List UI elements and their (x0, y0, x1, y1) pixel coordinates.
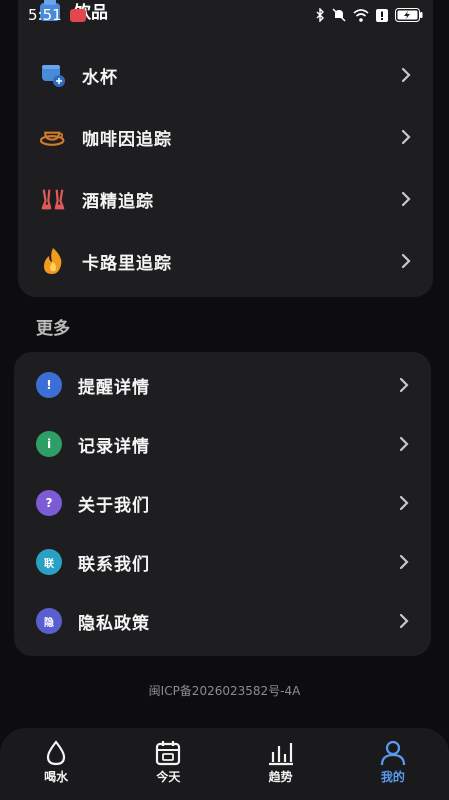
more-item-label: 提醒详情 (78, 377, 150, 398)
more-item-label: 隐私政策 (78, 613, 150, 634)
more-item-contact-us[interactable]: 联 联系我们 (14, 533, 431, 591)
more-item-about-us[interactable]: ? 关于我们 (14, 474, 431, 532)
mute-icon (332, 8, 346, 22)
coffee-icon (40, 124, 66, 150)
tab-mine[interactable]: 我的 (343, 728, 443, 785)
badge: ? (36, 490, 62, 516)
drinks-item-water-cup[interactable]: 水杯 (18, 46, 433, 104)
battery-icon (395, 8, 423, 22)
chevron-right-icon (399, 554, 409, 570)
info-icon: i (36, 431, 62, 457)
profile-icon (380, 740, 405, 766)
badge: ! (36, 372, 62, 398)
privacy-icon: 隐 (36, 608, 62, 634)
water-drop-icon (47, 740, 66, 766)
notification-icon (69, 8, 86, 22)
icp-record-link[interactable]: 闽ICP备2026023582号-4A (0, 682, 449, 699)
more-item-reminder-details[interactable]: ! 提醒详情 (14, 356, 431, 414)
contact-icon: 联 (36, 549, 62, 575)
status-left: 5:51 (28, 6, 86, 24)
drinks-card: 水杯 咖啡因追踪 酒精追踪 卡路里追踪 (18, 0, 433, 297)
drinks-item-caffeine[interactable]: 咖啡因追踪 (18, 108, 433, 166)
chevron-right-icon (399, 495, 409, 511)
tab-drink-water[interactable]: 喝水 (6, 728, 106, 785)
bottom-tab-bar: 喝水 今天 趋势 我的 (0, 728, 449, 800)
tab-today[interactable]: 今天 (118, 728, 218, 785)
more-section-title: 更多 (36, 319, 70, 339)
question-icon: ? (36, 490, 62, 516)
chevron-right-icon (401, 129, 411, 145)
bar-chart-icon (268, 743, 293, 766)
drinks-item-label: 酒精追踪 (82, 191, 154, 212)
chevron-right-icon (401, 253, 411, 269)
chevron-right-icon (399, 613, 409, 629)
tab-label: 趋势 (268, 770, 293, 784)
chevron-right-icon (399, 377, 409, 393)
drinks-item-alcohol[interactable]: 酒精追踪 (18, 170, 433, 228)
more-item-label: 关于我们 (78, 495, 150, 516)
drinks-item-label: 水杯 (82, 67, 118, 88)
tab-label: 喝水 (44, 770, 69, 784)
status-icons (315, 8, 423, 22)
badge: 联 (36, 549, 62, 575)
more-item-label: 联系我们 (78, 554, 150, 575)
status-bar: 5:51 (0, 0, 449, 30)
more-item-record-details[interactable]: i 记录详情 (14, 415, 431, 473)
drinks-item-label: 卡路里追踪 (82, 253, 172, 274)
flame-icon (40, 248, 66, 274)
water-cup-icon (40, 62, 66, 88)
calendar-icon (156, 741, 181, 766)
chevron-right-icon (399, 436, 409, 452)
status-time: 5:51 (28, 6, 62, 24)
bluetooth-icon (316, 8, 324, 22)
alcohol-icon (40, 186, 66, 212)
more-card: ! 提醒详情 i 记录详情 ? 关于我们 联 联系我们 隐 隐私政策 (14, 352, 431, 656)
info-exclamation-icon: ! (36, 372, 62, 398)
badge: i (36, 431, 62, 457)
more-item-label: 记录详情 (78, 436, 150, 457)
wifi-icon (353, 8, 369, 22)
more-item-privacy-policy[interactable]: 隐 隐私政策 (14, 592, 431, 650)
tab-trends[interactable]: 趋势 (231, 728, 331, 785)
drinks-item-label: 咖啡因追踪 (82, 129, 172, 150)
tab-label: 今天 (156, 770, 181, 784)
chevron-right-icon (401, 67, 411, 83)
badge: 隐 (36, 608, 62, 634)
chevron-right-icon (401, 191, 411, 207)
alert-icon (376, 8, 388, 22)
drinks-item-calories[interactable]: 卡路里追踪 (18, 232, 433, 290)
tab-label: 我的 (380, 770, 405, 784)
